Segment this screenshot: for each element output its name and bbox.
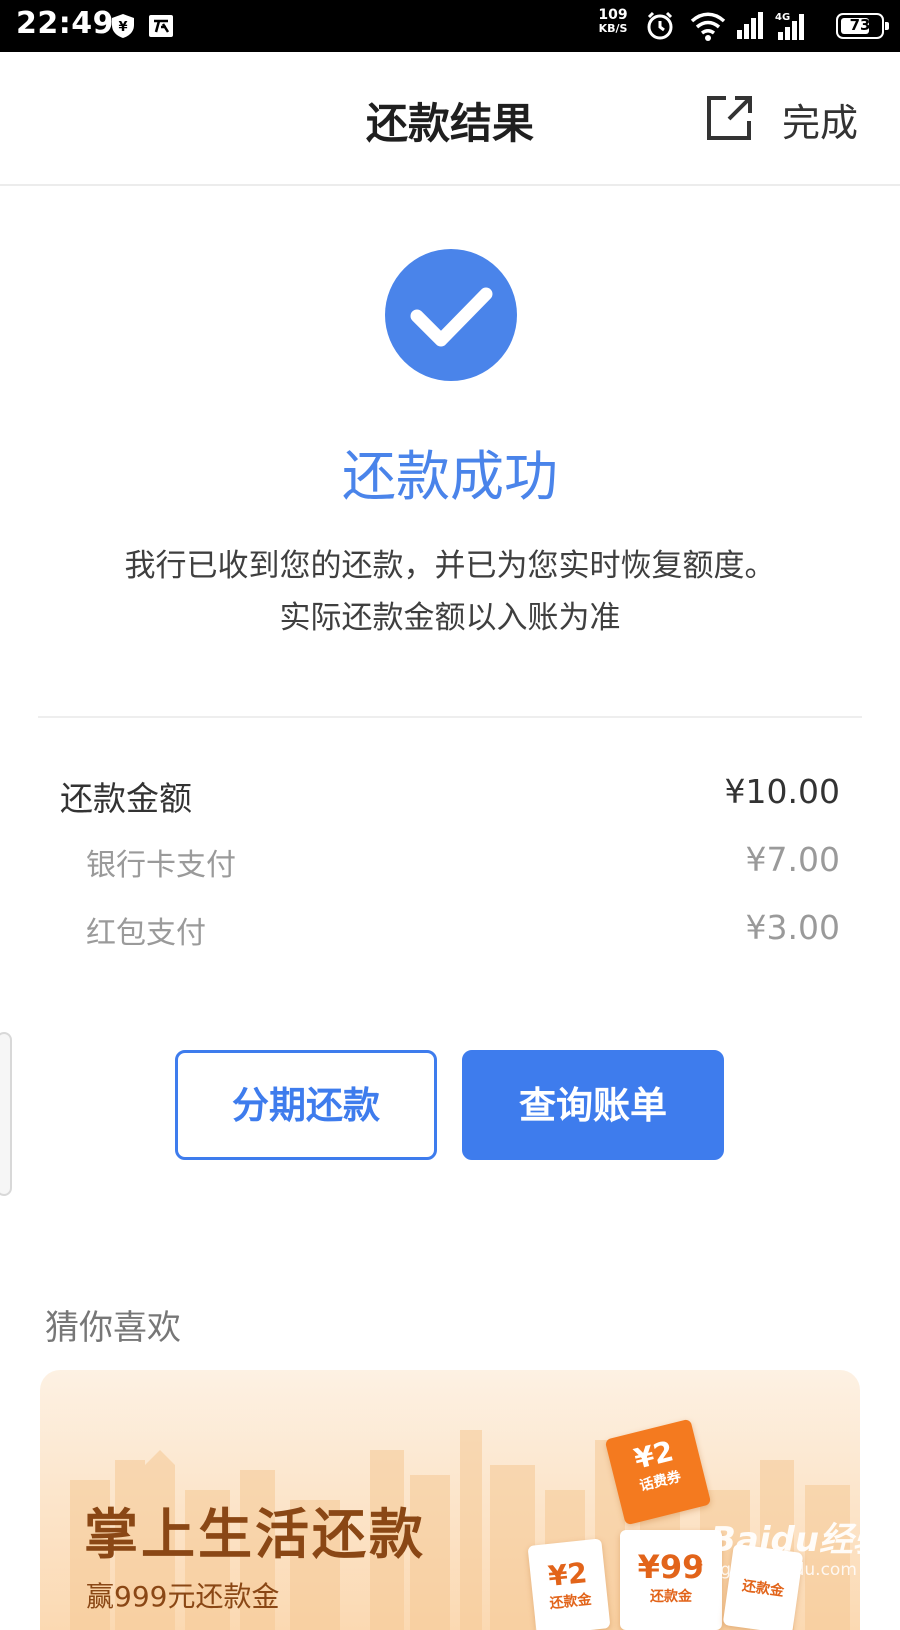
page-title: 还款结果 [365,99,534,148]
success-description: 我行已收到您的还款，并已为您实时恢复额度。 实际还款金额以入账为准 [0,540,900,644]
watermark-brand: Baidu经验 [710,1520,888,1560]
app-notification-icon [148,13,174,39]
share-button[interactable] [704,92,756,144]
network-speed: 109 KB/S [598,7,628,35]
status-time: 22:49 [16,6,114,41]
svg-text:4G: 4G [775,12,790,23]
success-check-icon [384,248,518,382]
query-bill-button[interactable]: 查询账单 [462,1050,724,1160]
alarm-icon [644,10,676,46]
red-packet-payment-value: ¥3.00 [745,908,840,947]
done-button[interactable]: 完成 [782,92,858,147]
baidu-jingyan-watermark: Baidu经验 jingyan.baidu.com [682,1512,892,1592]
side-drawer-handle[interactable] [0,1032,12,1196]
signal-icon [736,10,764,44]
signal-4g-icon: 4G [774,10,808,46]
watermark-url: jingyan.baidu.com [700,1560,857,1580]
promo-subtitle: 赢999元还款金 [86,1580,280,1613]
red-packet-payment-label: 红包支付 [86,916,206,951]
success-desc-line1: 我行已收到您的还款，并已为您实时恢复额度。 [124,548,776,584]
svg-text:¥: ¥ [118,20,127,35]
recommend-title: 猜你喜欢 [45,1308,181,1348]
divider [38,716,862,718]
success-title: 还款成功 [342,445,558,508]
battery-text: 73 [849,16,871,34]
shield-yen-icon: ¥ [110,13,136,39]
installment-repay-button[interactable]: 分期还款 [175,1050,437,1160]
coupon-repay-small: ¥2 还款金 [527,1538,611,1630]
bank-card-payment-label: 银行卡支付 [86,848,236,883]
status-bar: 22:49 ¥ 109 KB/S 4G 73 [0,0,900,52]
wifi-icon [690,10,726,46]
share-icon [707,96,752,140]
title-bar: 还款结果 完成 [0,52,900,186]
total-amount-value: ¥10.00 [724,772,840,811]
success-desc-line2: 实际还款金额以入账为准 [279,600,621,636]
promo-title: 掌上生活还款 [84,1502,426,1566]
battery-icon: 73 [836,13,889,39]
total-amount-label: 还款金额 [60,779,192,818]
bank-card-payment-value: ¥7.00 [745,840,840,879]
